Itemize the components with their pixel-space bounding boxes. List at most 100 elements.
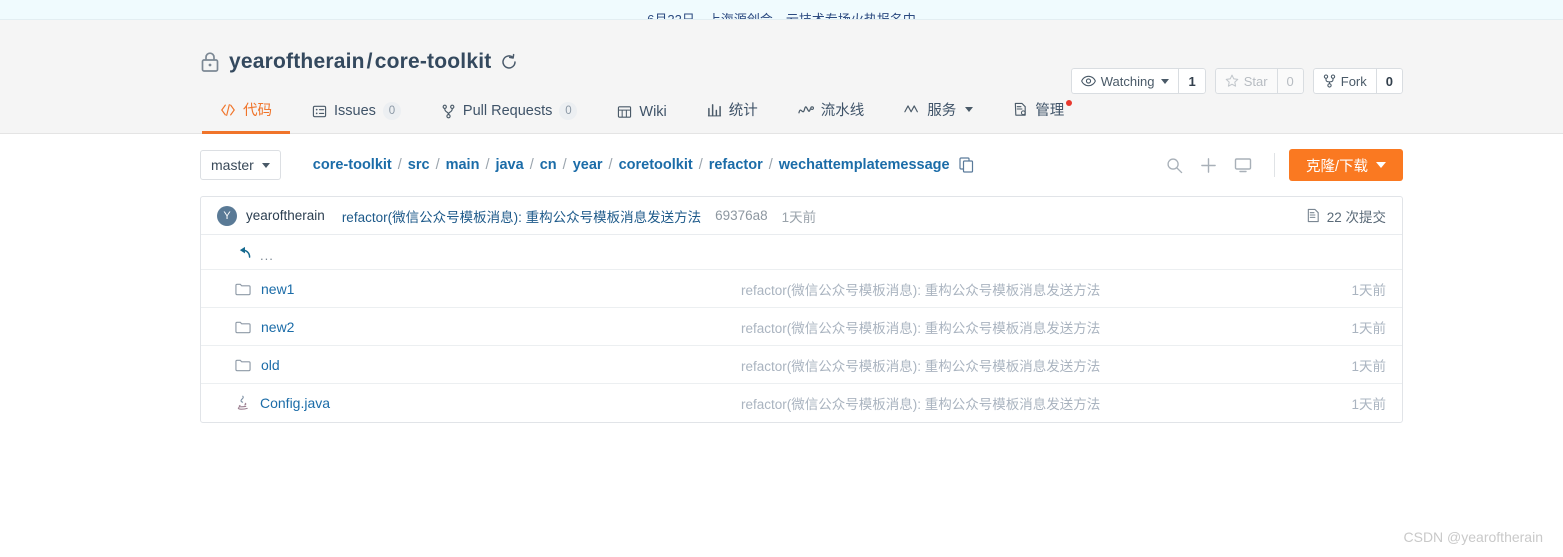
file-updated-time: 1天前 bbox=[1351, 358, 1386, 374]
commit-count-label: 22 次提交 bbox=[1326, 209, 1386, 225]
tab-wiki[interactable]: Wiki bbox=[597, 104, 686, 134]
tab-pull-requests-label: Pull Requests bbox=[462, 103, 553, 119]
lock-icon bbox=[200, 51, 220, 73]
star-count[interactable]: 0 bbox=[1276, 68, 1304, 94]
commit-author[interactable]: yearoftherain bbox=[246, 208, 325, 223]
breadcrumb-item-4[interactable]: cn bbox=[540, 157, 557, 173]
commit-sha[interactable]: 69376a8 bbox=[715, 208, 768, 223]
commit-count-link[interactable]: 22 次提交 bbox=[1306, 206, 1386, 226]
file-commit-message[interactable]: refactor(微信公众号模板消息): 重构公众号模板消息发送方法 bbox=[577, 355, 1306, 375]
breadcrumb-item-7[interactable]: refactor bbox=[709, 157, 763, 173]
commit-message[interactable]: refactor(微信公众号模板消息): 重构公众号模板消息发送方法 bbox=[342, 206, 701, 226]
chevron-down-icon bbox=[1161, 78, 1170, 84]
latest-commit-bar: Y yearoftherain refactor(微信公众号模板消息): 重构公… bbox=[201, 197, 1402, 235]
tab-issues[interactable]: Issues 0 bbox=[292, 102, 421, 134]
breadcrumb-separator: / bbox=[485, 157, 490, 173]
copy-icon[interactable] bbox=[959, 157, 974, 173]
file-updated-time: 1天前 bbox=[1351, 397, 1386, 412]
fork-button[interactable]: Fork bbox=[1312, 68, 1376, 94]
watch-count[interactable]: 1 bbox=[1178, 68, 1206, 94]
chevron-down-icon bbox=[261, 162, 270, 168]
file-toolbar: master core-toolkit / src / main / java … bbox=[200, 134, 1403, 196]
file-commit-message[interactable]: refactor(微信公众号模板消息): 重构公众号模板消息发送方法 bbox=[577, 317, 1306, 337]
manage-notification-dot bbox=[1066, 100, 1073, 106]
breadcrumb-item-3[interactable]: java bbox=[495, 157, 523, 173]
tab-code[interactable]: 代码 bbox=[200, 99, 292, 134]
breadcrumb-separator: / bbox=[768, 157, 773, 173]
issue-icon bbox=[312, 105, 327, 117]
tab-wiki-label: Wiki bbox=[639, 104, 667, 120]
file-name-link[interactable]: new1 bbox=[261, 281, 294, 297]
file-name-link[interactable]: new2 bbox=[261, 319, 294, 335]
breadcrumb-separator: / bbox=[397, 157, 402, 173]
star-button-group[interactable]: Star 0 bbox=[1214, 68, 1304, 94]
folder-icon bbox=[235, 321, 251, 333]
file-name-cell: new2 bbox=[217, 319, 577, 335]
tab-pipeline-label: 流水线 bbox=[820, 103, 865, 119]
watch-button[interactable]: Watching bbox=[1070, 68, 1179, 94]
tab-manage[interactable]: 管理 bbox=[993, 99, 1084, 134]
table-row[interactable]: Config.java refactor(微信公众号模板消息): 重构公众号模板… bbox=[201, 384, 1402, 422]
tab-issues-badge: 0 bbox=[382, 102, 401, 120]
breadcrumb-separator: / bbox=[562, 157, 567, 173]
tab-pull-requests-badge: 0 bbox=[559, 102, 578, 120]
file-name-cell: old bbox=[217, 357, 577, 373]
folder-icon bbox=[235, 283, 251, 295]
table-row[interactable]: new1 refactor(微信公众号模板消息): 重构公众号模板消息发送方法 … bbox=[201, 270, 1402, 308]
file-browser: Y yearoftherain refactor(微信公众号模板消息): 重构公… bbox=[200, 196, 1403, 423]
repo-owner-link[interactable]: yearoftherain bbox=[229, 50, 365, 73]
branch-selector[interactable]: master bbox=[200, 150, 281, 180]
sync-icon[interactable] bbox=[500, 53, 518, 71]
file-commit-message[interactable]: refactor(微信公众号模板消息): 重构公众号模板消息发送方法 bbox=[577, 393, 1306, 413]
watermark: CSDN @yearoftherain bbox=[1403, 529, 1544, 545]
watch-button-group[interactable]: Watching 1 bbox=[1070, 68, 1206, 94]
file-name-link[interactable]: Config.java bbox=[260, 395, 330, 411]
tab-statistics[interactable]: 统计 bbox=[687, 99, 778, 134]
folder-icon bbox=[235, 359, 251, 371]
file-name-link[interactable]: old bbox=[261, 357, 280, 373]
breadcrumb-item-0[interactable]: core-toolkit bbox=[313, 157, 392, 173]
wiki-icon bbox=[618, 106, 632, 118]
file-name-cell: new1 bbox=[217, 281, 577, 297]
toolbar-right-actions: 克隆/下载 bbox=[1158, 149, 1403, 181]
main-content: master core-toolkit / src / main / java … bbox=[0, 134, 1563, 423]
repo-name-link[interactable]: core-toolkit bbox=[375, 50, 492, 73]
file-name-cell: Config.java bbox=[217, 395, 577, 411]
breadcrumb-item-1[interactable]: src bbox=[408, 157, 430, 173]
pull-request-icon bbox=[442, 104, 455, 118]
chart-icon bbox=[707, 103, 721, 116]
fork-button-group[interactable]: Fork 0 bbox=[1312, 68, 1403, 94]
breadcrumb-item-8[interactable]: wechattemplatemessage bbox=[779, 157, 950, 173]
search-icon[interactable] bbox=[1158, 150, 1192, 180]
breadcrumb: core-toolkit / src / main / java / cn / … bbox=[313, 157, 974, 173]
commits-icon bbox=[1307, 208, 1319, 223]
breadcrumb-item-6[interactable]: coretoolkit bbox=[619, 157, 693, 173]
promo-banner[interactable]: 6月22日，上海源创会，云技术专场火热报名中 bbox=[0, 0, 1563, 20]
tab-statistics-label: 统计 bbox=[728, 103, 758, 119]
table-row[interactable]: new2 refactor(微信公众号模板消息): 重构公众号模板消息发送方法 … bbox=[201, 308, 1402, 346]
monitor-icon[interactable] bbox=[1226, 150, 1260, 180]
fork-count[interactable]: 0 bbox=[1375, 68, 1403, 94]
manage-icon bbox=[1015, 102, 1027, 116]
file-updated-time: 1天前 bbox=[1351, 282, 1386, 298]
java-file-icon bbox=[237, 395, 248, 410]
tab-pull-requests[interactable]: Pull Requests 0 bbox=[421, 102, 597, 134]
tab-pipeline[interactable]: 流水线 bbox=[778, 99, 885, 134]
star-button[interactable]: Star bbox=[1214, 68, 1277, 94]
parent-directory-row[interactable]: ... bbox=[201, 235, 1402, 270]
table-row[interactable]: old refactor(微信公众号模板消息): 重构公众号模板消息发送方法 1… bbox=[201, 346, 1402, 384]
file-commit-message[interactable]: refactor(微信公众号模板消息): 重构公众号模板消息发送方法 bbox=[577, 279, 1306, 299]
file-updated-time: 1天前 bbox=[1351, 320, 1386, 336]
clone-download-label: 克隆/下载 bbox=[1305, 158, 1368, 175]
watch-label: Watching bbox=[1100, 73, 1155, 89]
breadcrumb-item-5[interactable]: year bbox=[573, 157, 603, 173]
avatar[interactable]: Y bbox=[217, 205, 237, 226]
pipeline-icon bbox=[798, 105, 814, 113]
tab-services[interactable]: 服务 bbox=[884, 99, 993, 134]
clone-download-button[interactable]: 克隆/下载 bbox=[1288, 149, 1403, 181]
plus-icon[interactable] bbox=[1192, 150, 1226, 180]
code-icon bbox=[221, 103, 235, 116]
breadcrumb-item-2[interactable]: main bbox=[446, 157, 480, 173]
parent-directory-label: ... bbox=[260, 247, 274, 263]
repository-actions: Watching 1 Star 0 Fork 0 bbox=[1070, 68, 1403, 94]
